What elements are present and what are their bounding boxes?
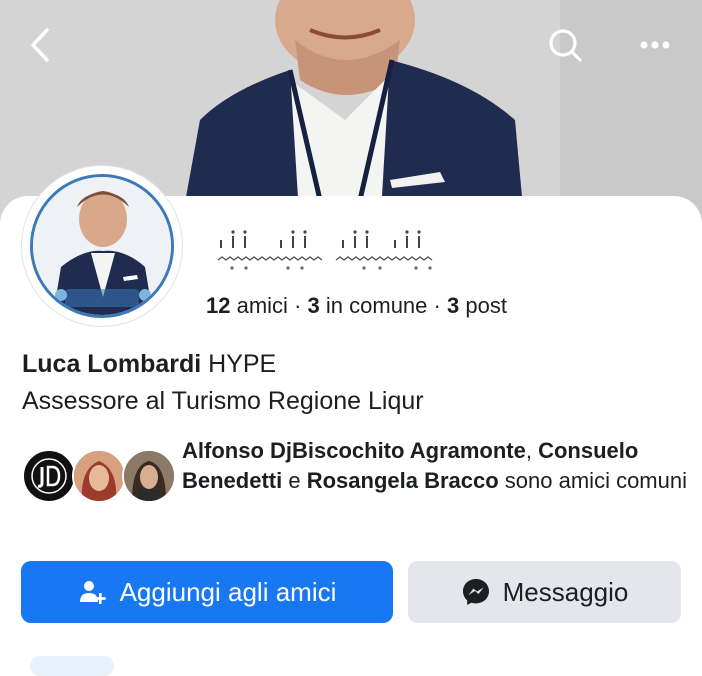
profile-name: Luca Lombardi HYPE [22,350,276,379]
mutual-label[interactable]: in comune [326,293,428,318]
avatar [122,449,176,503]
mutual-separator: , [525,438,539,463]
messenger-icon [462,579,489,605]
mutual-friend-photo [74,451,124,501]
mutual-friend-link[interactable]: Alfonso DjBiscochito Agramonte [182,438,526,463]
avatar [72,449,126,503]
more-options-button[interactable] [632,22,678,68]
profile-stats: 12 amici · 3 in comune · 3 post [206,293,507,319]
decorative-name-glyphs [217,230,433,270]
mutual-suffix: sono amici comuni [498,468,687,493]
profile-name-text: Luca Lombardi [22,350,202,378]
stats-separator: · [287,293,308,318]
mutual-friends-text: Alfonso DjBiscochito Agramonte, Consuelo… [182,436,687,496]
message-button[interactable]: Messaggio [408,561,681,623]
back-arrow-icon [31,28,49,62]
friends-label[interactable]: amici [237,293,288,318]
avatar [22,449,76,503]
search-button[interactable] [542,22,588,68]
dj-logo-image [26,453,72,499]
stats-separator: · [427,293,447,318]
profile-avatar-image [33,177,171,315]
next-section-tab[interactable] [30,656,114,676]
mutual-friend-link[interactable]: Rosangela Bracco [307,468,499,493]
posts-count: 3 [446,293,460,318]
back-button[interactable] [17,22,63,68]
profile-bio: Assessore al Turismo Regione Liqur [22,387,424,415]
add-friend-label: Aggiungi agli amici [119,576,337,607]
add-friend-icon [79,581,106,604]
mutual-friend-photo [124,451,174,501]
more-options-icon [640,41,670,49]
message-label: Messaggio [502,576,629,607]
posts-label: post [465,293,507,318]
profile-avatar[interactable] [30,174,174,318]
friends-count: 12 [206,293,231,318]
add-friend-button[interactable]: Aggiungi agli amici [21,561,393,623]
mutual-friends-avatars[interactable] [22,449,182,509]
profile-name-suffix: HYPE [208,350,277,378]
search-icon [549,29,582,62]
mutual-count: 3 [307,293,320,318]
mutual-conjunction: e [282,468,307,493]
